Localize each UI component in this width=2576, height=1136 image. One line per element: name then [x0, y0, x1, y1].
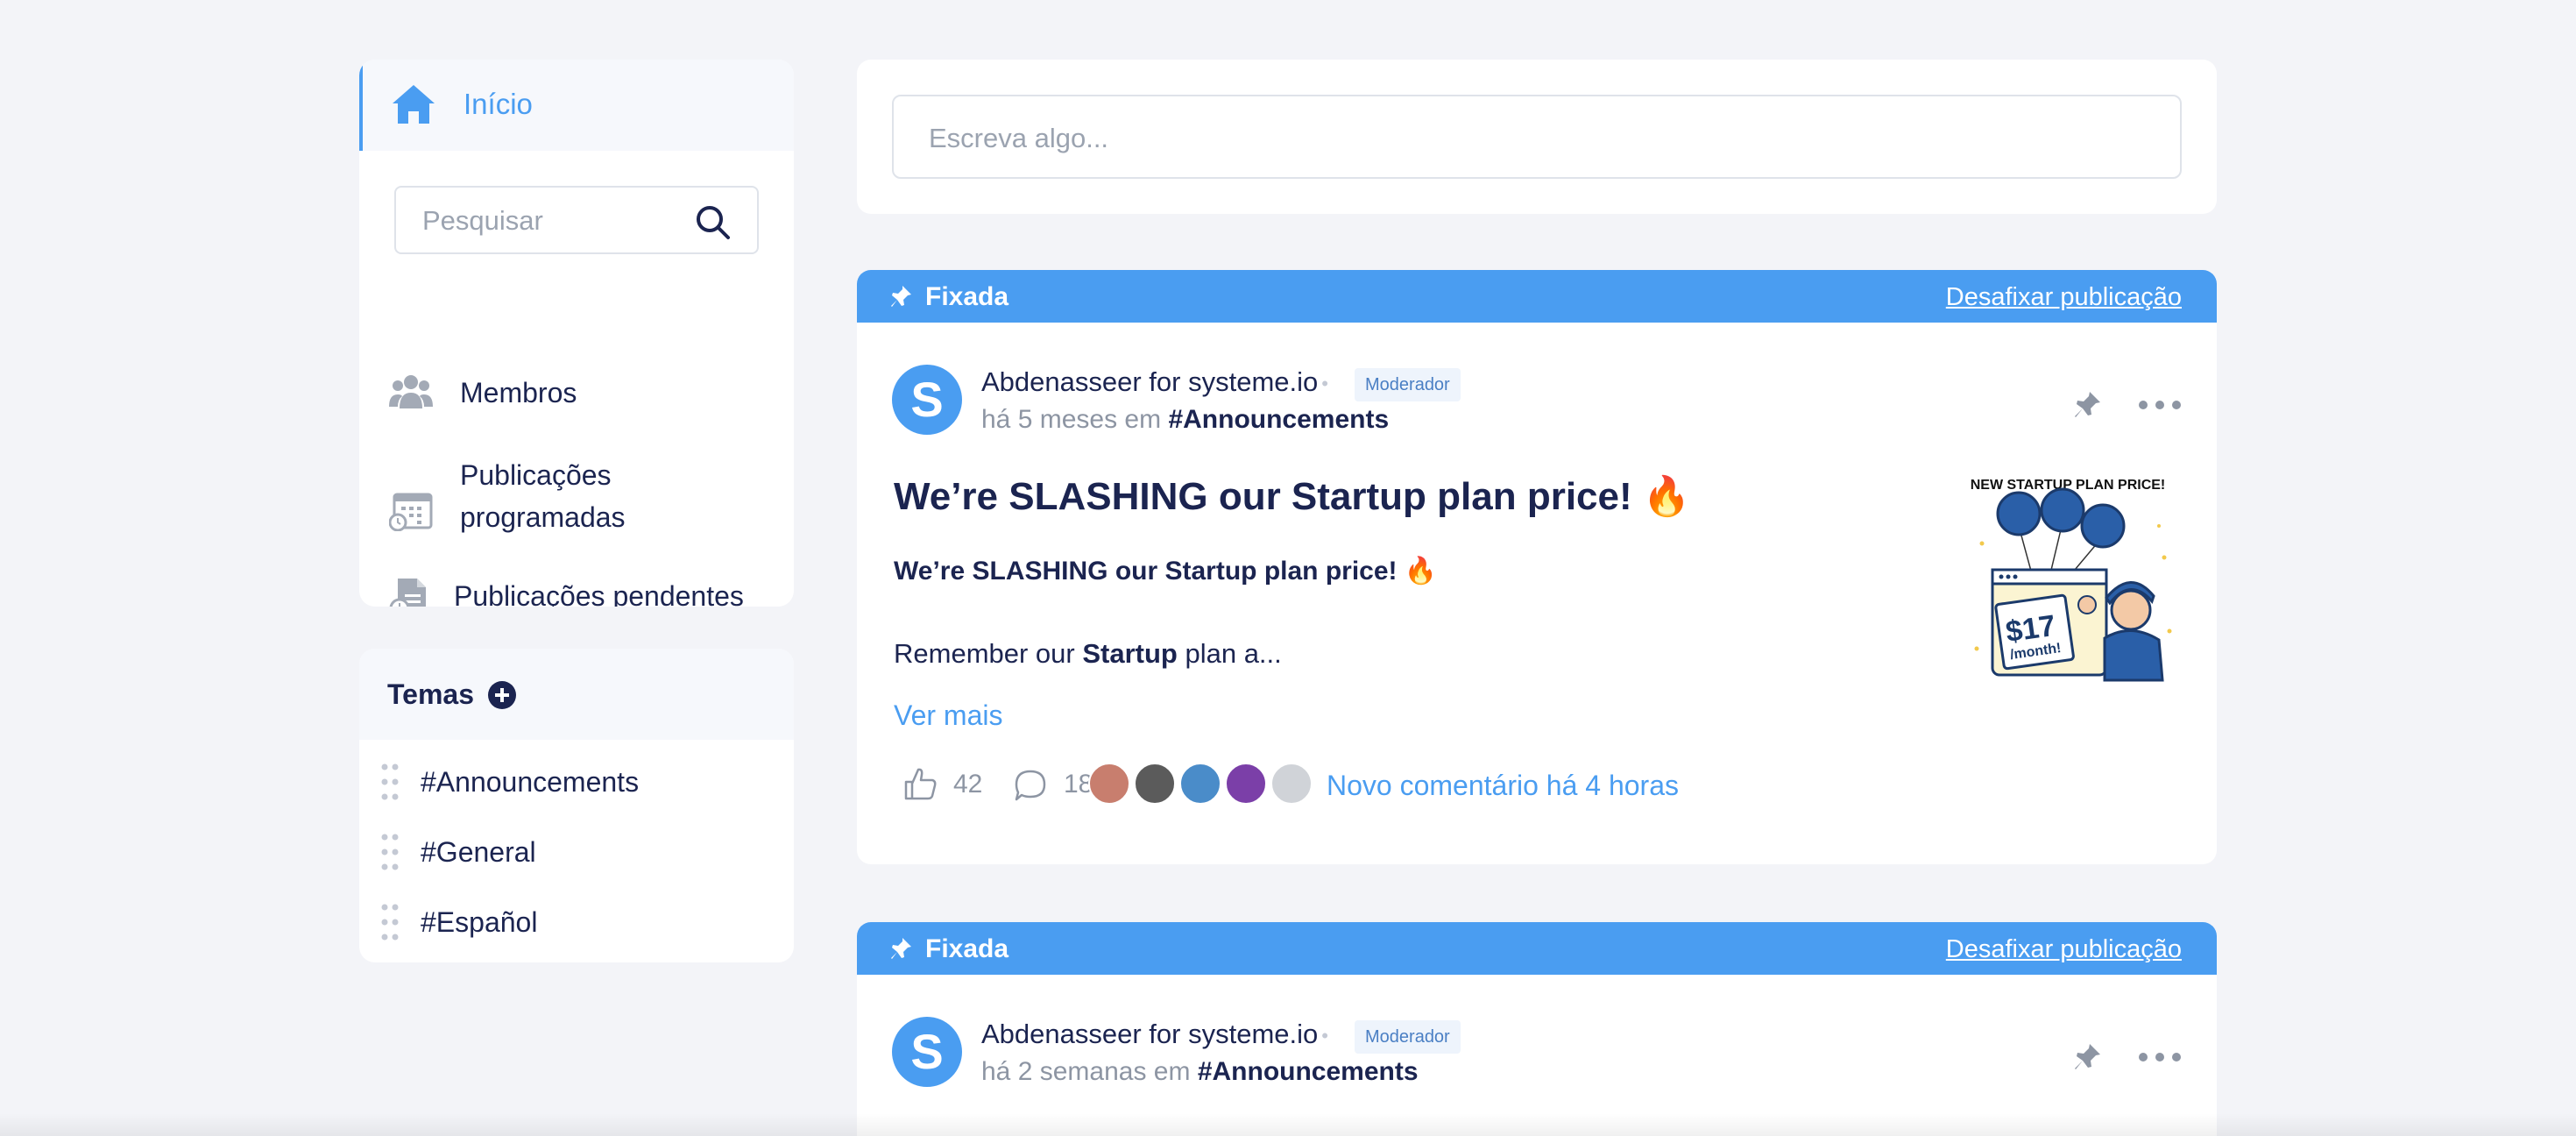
pinned-label: Fixada [925, 282, 1009, 311]
post-topic[interactable]: #Announcements [1198, 1057, 1419, 1086]
excerpt-text: Remember our [894, 638, 1083, 669]
sidebar-nav: Início Membros [359, 60, 794, 607]
more-options-icon[interactable] [2138, 1048, 2182, 1066]
themes-title: Temas [387, 678, 475, 710]
sidebar-item-pending[interactable]: Publicações pendentes [359, 577, 794, 607]
commenter-avatar[interactable] [1088, 763, 1130, 805]
post-meta: há 5 meses em #Announcements [981, 405, 1389, 435]
sidebar-item-label: Início [464, 88, 533, 120]
theme-label: #Announcements [421, 766, 640, 798]
themes-panel: Temas #Announcements #General #Español [359, 649, 794, 962]
post-excerpt: Remember our Startup plan a... [894, 638, 1282, 670]
composer-input[interactable] [929, 119, 2138, 158]
avatar[interactable]: S [892, 365, 962, 435]
post-author-line: Abdenasseer for systeme.io • [981, 366, 1332, 398]
pinned-banner: Fixada Desafixar publicação [857, 270, 2217, 323]
themes-header: Temas [359, 649, 794, 740]
post-time: há 2 semanas em [981, 1057, 1191, 1086]
drag-handle-icon[interactable] [380, 763, 400, 801]
sidebar-item-label: Membros [460, 377, 577, 408]
document-clock-icon [389, 579, 426, 607]
post-card: Fixada Desafixar publicação S Abdenassee… [857, 922, 2217, 1136]
pin-icon [891, 286, 911, 307]
author-name[interactable]: Abdenasseer for systeme.io [981, 1019, 1318, 1049]
composer [857, 60, 2217, 214]
sidebar-item-label: Publicações [460, 459, 612, 491]
theme-item[interactable]: #General [359, 817, 794, 887]
post-topic[interactable]: #Announcements [1168, 405, 1389, 434]
post-meta: há 2 semanas em #Announcements [981, 1057, 1419, 1087]
drag-handle-icon[interactable] [380, 833, 400, 871]
commenter-avatar[interactable] [1134, 763, 1176, 805]
viewport-fade [0, 1113, 2576, 1136]
separator-dot: • [1321, 1024, 1328, 1047]
promo-image[interactable]: NEW STARTUP PLAN PRICE! $17 /month! [1956, 473, 2180, 689]
composer-box [892, 95, 2182, 179]
members-icon [389, 375, 433, 408]
pin-icon[interactable] [2073, 1041, 2103, 1071]
post-subtitle: We’re SLASHING our Startup plan price! 🔥 [894, 557, 1438, 586]
add-theme-icon[interactable] [487, 680, 517, 710]
post-card: Fixada Desafixar publicação S Abdenassee… [857, 270, 2217, 864]
theme-label: #General [421, 836, 536, 868]
author-name[interactable]: Abdenasseer for systeme.io [981, 366, 1318, 397]
unpin-link[interactable]: Desafixar publicação [1946, 935, 2182, 964]
pin-icon [891, 938, 911, 959]
sidebar-item-scheduled[interactable]: Publicações programadas [359, 454, 794, 559]
pinned-banner: Fixada Desafixar publicação [857, 922, 2217, 975]
pin-icon[interactable] [2073, 389, 2103, 419]
see-more-link[interactable]: Ver mais [894, 699, 1002, 732]
pinned-label: Fixada [925, 934, 1009, 963]
moderator-badge: Moderador [1355, 1020, 1461, 1054]
post-author-line: Abdenasseer for systeme.io • [981, 1019, 1332, 1050]
separator-dot: • [1321, 372, 1328, 394]
post-time: há 5 meses em [981, 405, 1162, 434]
sidebar-item-members[interactable]: Membros [359, 356, 794, 435]
sidebar-item-label: programadas [460, 501, 626, 533]
theme-item[interactable]: #Español [359, 887, 794, 957]
commenter-avatar[interactable] [1225, 763, 1267, 805]
moderator-badge: Moderador [1355, 368, 1461, 401]
avatar[interactable]: S [892, 1017, 962, 1087]
unpin-link[interactable]: Desafixar publicação [1946, 283, 2182, 312]
commenter-avatar[interactable] [1270, 763, 1313, 805]
like-count: 42 [953, 770, 983, 799]
comment-icon[interactable] [1013, 768, 1048, 803]
search-input[interactable] [422, 203, 685, 238]
commenter-avatar[interactable] [1179, 763, 1221, 805]
theme-item[interactable]: #Announcements [359, 747, 794, 817]
thumbs-up-icon[interactable] [902, 766, 938, 801]
more-options-icon[interactable] [2138, 396, 2182, 414]
post-stats: 42 18 Novo comentário há 4 horas [902, 763, 2042, 806]
calendar-clock-icon [389, 493, 433, 531]
excerpt-text: plan a... [1177, 638, 1282, 669]
post-title[interactable]: We’re SLASHING our Startup plan price! 🔥 [894, 473, 1691, 519]
drag-handle-icon[interactable] [380, 903, 400, 941]
search-icon[interactable] [694, 203, 731, 240]
excerpt-bold: Startup [1082, 638, 1178, 669]
sidebar-item-home[interactable]: Início [359, 60, 794, 151]
theme-label: #Español [421, 906, 538, 938]
sidebar-item-label: Publicações pendentes [454, 580, 744, 607]
home-icon [393, 85, 435, 124]
search-box [394, 186, 759, 254]
new-comment-link[interactable]: Novo comentário há 4 horas [1327, 770, 1679, 802]
